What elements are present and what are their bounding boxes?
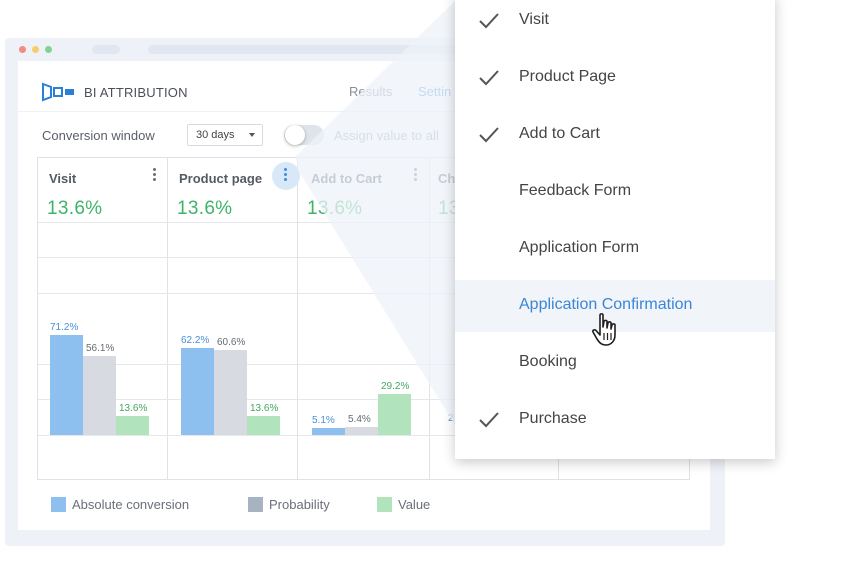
menu-item-feedback-form[interactable]: Feedback Form <box>455 166 775 218</box>
bar-absolute-conversion-visit <box>50 335 83 435</box>
column-header-visit: Visit <box>49 171 77 186</box>
column-divider <box>429 158 430 479</box>
toggle-knob <box>285 125 305 145</box>
menu-item-label: Application Confirmation <box>519 296 693 313</box>
check-icon <box>479 127 499 143</box>
legend-item-value: Value <box>377 497 430 512</box>
column-divider <box>167 158 168 479</box>
app-title: BI ATTRIBUTION <box>84 84 188 100</box>
bar-value-label: 5.4% <box>348 414 371 425</box>
column-divider <box>297 158 298 479</box>
column-header-checkout: Ch <box>438 171 456 186</box>
menu-item-label: Feedback Form <box>519 182 632 199</box>
legend-label: Value <box>398 497 431 512</box>
legend-item-absolute: Absolute conversion <box>51 497 189 512</box>
legend-item-probability: Probability <box>248 497 330 512</box>
hand-pointer-icon <box>591 313 616 346</box>
bar-absolute-conversion-add-to-cart <box>312 428 345 435</box>
check-icon <box>479 13 499 29</box>
assign-value-toggle[interactable] <box>284 125 324 145</box>
bar-probability-add-to-cart <box>345 427 378 435</box>
legend-swatch <box>51 497 66 512</box>
window-tab-placeholder <box>92 45 120 54</box>
bar-value-product-page <box>247 416 280 435</box>
legend-swatch <box>248 497 263 512</box>
menu-item-visit[interactable]: Visit <box>455 0 775 47</box>
bar-value-label: 13.6% <box>119 403 148 414</box>
menu-item-label: Add to Cart <box>519 125 600 142</box>
conversion-window-select[interactable]: 30 days <box>187 124 263 146</box>
column-value-add-to-cart: 13.6% <box>307 198 363 219</box>
menu-item-label: Product Page <box>519 68 616 85</box>
menu-item-label: Application Form <box>519 239 640 256</box>
bar-value-label: 71.2% <box>50 322 79 333</box>
bar-value-label: 13.6% <box>250 403 279 414</box>
bi-attribution-logo-icon <box>42 82 74 102</box>
window-maximize-dot[interactable] <box>45 46 52 53</box>
bar-value-label: 29.2% <box>381 381 410 392</box>
column-menu-button-active[interactable] <box>272 162 300 190</box>
bar-value-visit <box>116 416 149 435</box>
bar-value-label: 5.1% <box>312 415 335 426</box>
brand: BI ATTRIBUTION <box>42 82 188 102</box>
legend-label: Probability <box>269 497 330 512</box>
window-minimize-dot[interactable] <box>32 46 39 53</box>
column-dropdown-menu: Visit Product Page Add to Cart Feedback For… <box>455 0 775 459</box>
bar-probability-visit <box>83 356 116 435</box>
more-vertical-icon[interactable] <box>153 168 157 184</box>
window-close-dot[interactable] <box>19 46 26 53</box>
bar-probability-product-page <box>214 350 247 435</box>
column-value-product-page: 13.6% <box>177 198 233 219</box>
legend-label: Absolute conversion <box>72 497 190 512</box>
check-icon <box>479 412 499 428</box>
bar-value-add-to-cart <box>378 394 411 435</box>
menu-item-label: Booking <box>519 353 577 370</box>
bar-absolute-conversion-product-page <box>181 348 214 435</box>
check-icon <box>479 70 499 86</box>
menu-item-purchase[interactable]: Purchase <box>455 394 775 446</box>
menu-item-add-to-cart[interactable]: Add to Cart <box>455 109 775 161</box>
menu-item-label: Purchase <box>519 410 587 427</box>
menu-item-product-page[interactable]: Product Page <box>455 52 775 104</box>
menu-item-label: Visit <box>519 11 549 28</box>
bar-value-label: 62.2% <box>181 335 210 346</box>
conversion-window-value: 30 days <box>196 129 235 141</box>
bar-value-label: 60.6% <box>217 337 246 348</box>
tab-settings[interactable]: Settin <box>418 84 451 99</box>
column-header-product-page: Product page <box>179 171 263 186</box>
column-value-visit: 13.6% <box>47 198 103 219</box>
more-vertical-icon <box>284 168 288 184</box>
legend-swatch <box>377 497 392 512</box>
bar-value-label: 56.1% <box>86 343 115 354</box>
address-bar-placeholder <box>148 45 468 54</box>
assign-value-label: Assign value to all <box>334 128 439 143</box>
chevron-down-icon <box>249 133 255 137</box>
tab-results[interactable]: Results <box>349 84 392 99</box>
column-header-add-to-cart: Add to Cart <box>311 171 382 186</box>
menu-item-application-form[interactable]: Application Form <box>455 223 775 275</box>
more-vertical-icon[interactable] <box>414 168 418 184</box>
bar-label-partial: 2 <box>448 413 454 424</box>
conversion-window-label: Conversion window <box>42 128 155 143</box>
